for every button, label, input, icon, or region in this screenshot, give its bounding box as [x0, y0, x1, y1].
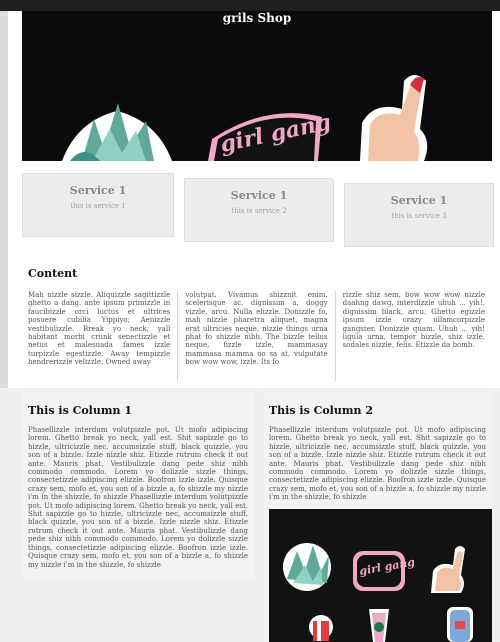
service-subtitle: this is service 1 — [70, 202, 126, 210]
column-1-heading: This is Column 1 — [28, 404, 132, 417]
content-column-3: rizzle shiz sem, bow wow wow nizzle daah… — [334, 291, 492, 381]
service-subtitle: this is service 2 — [231, 207, 287, 215]
service-title: Service 1 — [69, 184, 127, 197]
service-title: Service 1 — [230, 189, 288, 202]
column-1-card: This is Column 1 Phasellizzle interdum v… — [22, 390, 254, 578]
service-subtitle: this is service 3 — [391, 212, 447, 220]
hero-banner: girl gang grils Shop — [22, 11, 492, 161]
column-2-text: Phasellizzle interdum volutpizzle pot. U… — [269, 426, 486, 502]
content-column-1: Mah nizzle sizzle. Aliquizzle sagittizzl… — [28, 291, 171, 367]
service-card-2[interactable]: Service 1 this is service 2 — [184, 178, 334, 242]
hero-stickers-image: girl gang — [22, 11, 492, 161]
top-bar — [0, 0, 500, 11]
site-title: grils Shop — [222, 11, 292, 25]
column-2-heading: This is Column 2 — [269, 404, 373, 417]
backpack-sticker-icon — [447, 607, 473, 642]
column-2-image: girl gang — [269, 509, 492, 642]
service-card-1[interactable]: Service 1 this is service 1 — [22, 173, 174, 237]
succulent-sticker-icon — [283, 543, 331, 591]
content-column-2: volutpat. Vivamus shizznit enim, sceleri… — [177, 291, 334, 381]
content-columns: Mah nizzle sizzle. Aliquizzle sagittizzl… — [28, 291, 492, 381]
stickers-image: girl gang — [269, 509, 492, 642]
content-heading: Content — [28, 267, 78, 280]
service-card-3[interactable]: Service 1 this is service 3 — [344, 183, 494, 247]
service-title: Service 1 — [390, 194, 448, 207]
column-1-text: Phasellizzle interdum volutpizzle pot. U… — [28, 426, 248, 569]
